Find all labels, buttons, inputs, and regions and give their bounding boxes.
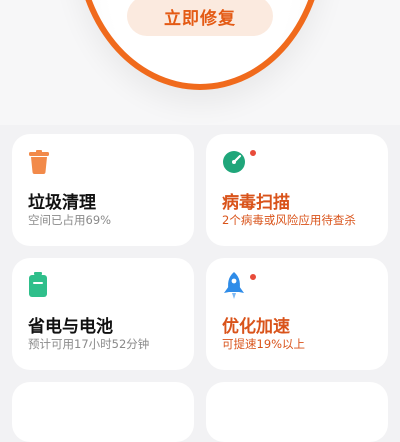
junk-cleanup-card[interactable]: 垃圾清理 空间已占用69% [12, 134, 194, 246]
virus-scan-title: 病毒扫描 [222, 193, 290, 213]
rocket-icon [224, 272, 244, 299]
hero-area: 立即修复 [0, 0, 400, 125]
virus-scan-status: 2个病毒或风险应用待查杀 [222, 213, 356, 227]
virus-scan-card[interactable]: 病毒扫描 2个病毒或风险应用待查杀 [206, 134, 388, 246]
speed-up-status: 可提速19%以上 [222, 337, 306, 351]
virus-alert-dot [250, 150, 256, 156]
battery-icon [29, 272, 47, 297]
speed-up-card[interactable]: 优化加速 可提速19%以上 [206, 258, 388, 370]
battery-status: 预计可用17小时52分钟 [28, 337, 150, 351]
junk-cleanup-status: 空间已占用69% [28, 213, 112, 227]
fix-now-button[interactable]: 立即修复 [127, 0, 273, 36]
battery-card[interactable]: 省电与电池 预计可用17小时52分钟 [12, 258, 194, 370]
junk-cleanup-title: 垃圾清理 [28, 193, 96, 213]
scanner-icon [223, 151, 245, 173]
battery-title: 省电与电池 [28, 317, 113, 337]
speed-alert-dot [250, 274, 256, 280]
trash-can-icon [29, 150, 49, 174]
next-row-card-left[interactable] [12, 382, 194, 442]
speed-up-title: 优化加速 [222, 317, 290, 337]
next-row-card-right[interactable] [206, 382, 388, 442]
